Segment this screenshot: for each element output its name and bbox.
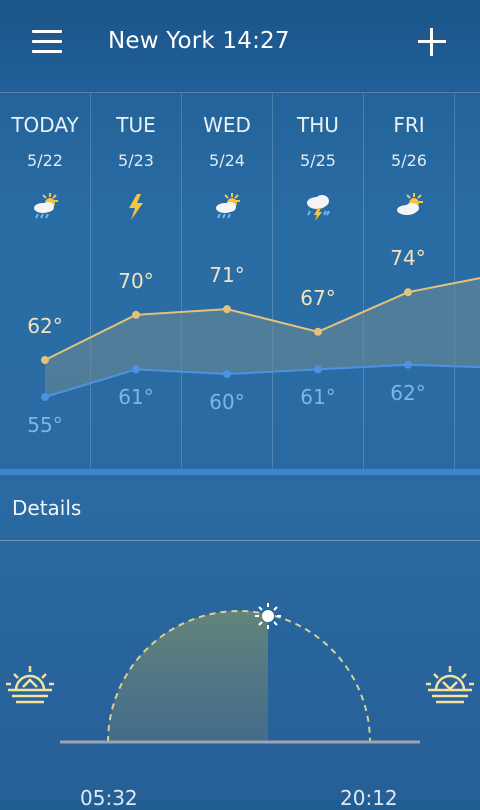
- low-temp-point: [41, 393, 49, 401]
- add-location-icon[interactable]: [418, 28, 446, 56]
- low-temp-label: 61°: [300, 385, 336, 410]
- location-time-title: New York 14:27: [108, 28, 290, 54]
- low-temp-point: [314, 365, 322, 374]
- details-divider: [0, 540, 480, 541]
- sunrise-icon: [6, 666, 54, 704]
- app-header: New York 14:27: [0, 0, 480, 93]
- details-heading: Details: [12, 496, 82, 520]
- low-temp-point: [132, 365, 140, 374]
- low-temp-label: 62°: [390, 380, 426, 405]
- low-temp-label: 60°: [209, 390, 245, 414]
- low-temp-label: 55°: [27, 413, 63, 437]
- sunset-time: 20:12: [340, 786, 398, 810]
- high-temp-point: [404, 288, 412, 297]
- high-temp-label: 70°: [118, 268, 154, 293]
- sunset-icon: [426, 666, 474, 704]
- low-temp-point: [404, 360, 412, 369]
- high-temp-label: 62°: [27, 314, 63, 338]
- menu-icon[interactable]: [32, 30, 64, 54]
- daylight-elapsed-area: [107, 610, 268, 742]
- high-temp-label: 71°: [209, 263, 245, 288]
- high-temp-label: 67°: [300, 285, 336, 310]
- low-temp-label: 61°: [118, 385, 154, 410]
- forecast-bottom-bar: [0, 469, 480, 475]
- high-temp-point: [41, 356, 49, 364]
- forecast-panel: TODAY TUE WED THU FRI 5/22 5/23 5/24 5/2…: [0, 93, 480, 469]
- high-temp-point: [132, 310, 140, 319]
- temperature-band: [45, 278, 480, 397]
- sunrise-time: 05:32: [80, 786, 138, 810]
- high-temp-label: 74°: [390, 246, 426, 271]
- sun-path-diagram: [6, 603, 474, 744]
- low-temp-point: [223, 370, 231, 378]
- high-temp-point: [223, 305, 231, 314]
- high-temp-point: [314, 327, 322, 336]
